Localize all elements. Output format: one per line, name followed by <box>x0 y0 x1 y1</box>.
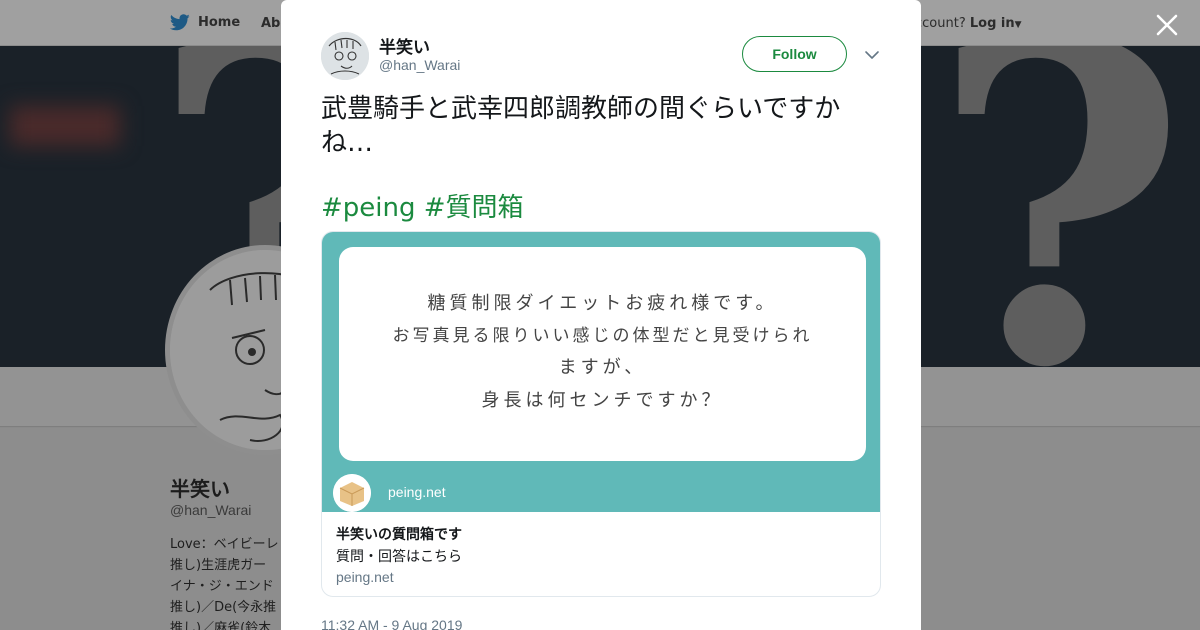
banner-red-glow <box>10 106 120 146</box>
login-caret-icon: ▼ <box>1014 20 1022 30</box>
profile-handle: @han_Warai <box>170 502 252 518</box>
card-image: 糖質制限ダイエットお疲れ様です。 お写真見る限りいい感じの体型だと見受けられ ま… <box>322 232 880 512</box>
peing-logo-icon <box>333 474 371 512</box>
bio-line: Love：ベイビーレ <box>170 537 279 552</box>
question-box: 糖質制限ダイエットお疲れ様です。 お写真見る限りいい感じの体型だと見受けられ ま… <box>339 247 866 461</box>
nav-home-link[interactable]: Home <box>170 14 240 31</box>
tweet-timestamp[interactable]: 11:32 AM - 9 Aug 2019 <box>321 617 462 630</box>
chevron-down-icon[interactable] <box>864 47 880 63</box>
question-line: お写真見る限りいい感じの体型だと見受けられ <box>392 326 813 346</box>
login-link[interactable]: Log in <box>970 16 1015 31</box>
question-line: 身長は何センチですか？ <box>481 390 724 411</box>
question-line: 糖質制限ダイエットお疲れ様です。 <box>427 293 778 314</box>
banner-question-mark-right: ? <box>930 46 1188 367</box>
hashtag-link[interactable]: #peing <box>321 193 416 223</box>
hashtag-link[interactable]: #質問箱 <box>424 193 524 223</box>
follow-button[interactable]: Follow <box>742 36 847 72</box>
nav-home-label: Home <box>198 15 241 30</box>
twitter-bird-icon <box>170 14 190 31</box>
card-domain: peing.net <box>336 569 394 585</box>
close-icon[interactable] <box>1154 12 1180 38</box>
card-image-site: peing.net <box>388 484 446 500</box>
nav-login-area[interactable]: ccount? Log in▼ <box>915 16 1022 31</box>
bio-line: 推し)／麻雀(鈴木 <box>170 621 272 630</box>
author-handle[interactable]: @han_Warai <box>379 57 460 73</box>
tweet-hashtags: #peing #質問箱 <box>321 187 524 224</box>
account-prompt: ccount? <box>915 16 966 31</box>
profile-name: 半笑い <box>170 477 230 501</box>
profile-bio: Love：ベイビーレ 推し)生涯虎ガー イナ・ジ・エンド 推し)／De(今永推 … <box>170 534 290 630</box>
tweet-modal: 半笑い @han_Warai Follow 武豊騎手と武幸四郎調教師の間ぐらいで… <box>281 0 921 630</box>
bio-line: 推し)生涯虎ガー <box>170 558 267 573</box>
question-line: ますが、 <box>558 357 647 378</box>
author-avatar-drawing <box>321 32 369 80</box>
bio-line: 推し)／De(今永推 <box>170 600 277 615</box>
card-title: 半笑いの質問箱です <box>336 527 462 543</box>
bio-line: イナ・ジ・エンド <box>170 579 274 594</box>
card-description: 質問・回答はこちら <box>336 549 462 565</box>
link-preview-card[interactable]: 糖質制限ダイエットお疲れ様です。 お写真見る限りいい感じの体型だと見受けられ ま… <box>321 231 881 597</box>
author-name[interactable]: 半笑い <box>379 33 430 58</box>
tweet-text: 武豊騎手と武幸四郎調教師の間ぐらいですかね… <box>321 94 841 158</box>
author-avatar[interactable] <box>321 32 369 80</box>
